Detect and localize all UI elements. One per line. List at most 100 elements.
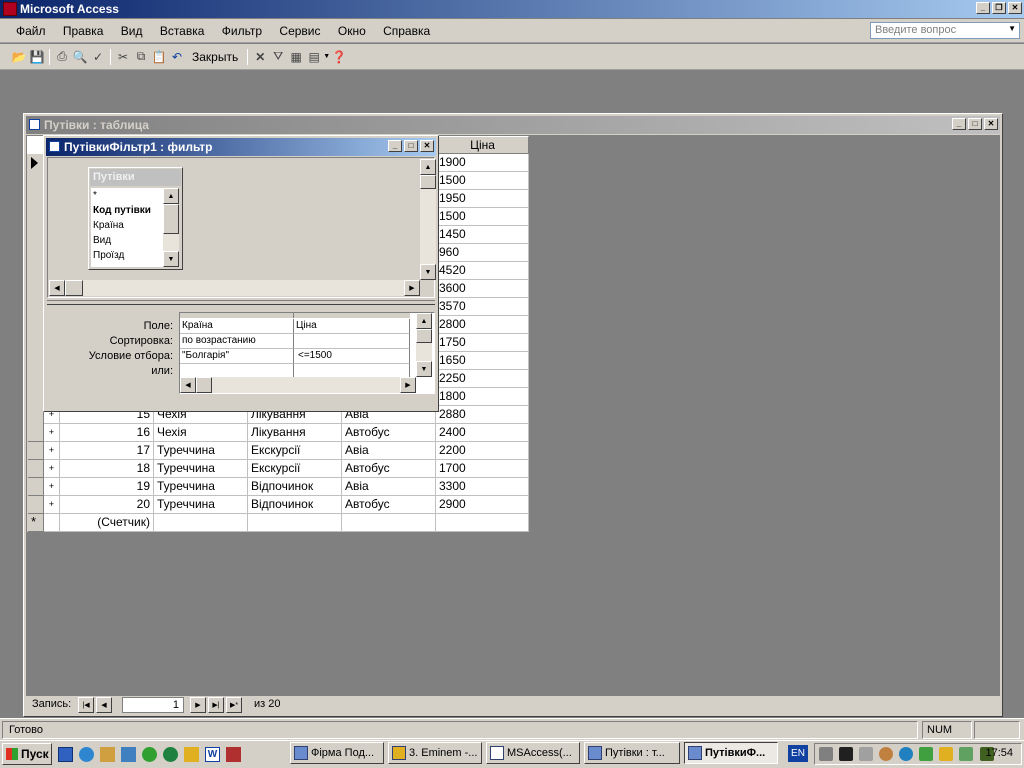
copy-icon[interactable]: ⧉ bbox=[132, 48, 150, 66]
grid-criteria-country[interactable]: "Болгарія" bbox=[180, 349, 294, 364]
new-row-id[interactable]: (Счетчик) bbox=[60, 514, 154, 532]
app-restore-button[interactable]: ❐ bbox=[992, 2, 1006, 14]
price-cell[interactable]: 2800 bbox=[436, 316, 529, 334]
cut-icon[interactable]: ✂ bbox=[114, 48, 132, 66]
expand-icon[interactable]: + bbox=[44, 442, 60, 460]
row-price[interactable]: 2200 bbox=[436, 442, 529, 460]
scroll-thumb[interactable] bbox=[196, 377, 212, 393]
field-list-title[interactable]: Путівки bbox=[90, 169, 181, 186]
tray-network-icon[interactable] bbox=[919, 747, 934, 761]
menu-window[interactable]: Окно bbox=[338, 24, 366, 38]
new-row-country[interactable] bbox=[154, 514, 248, 532]
price-cell[interactable]: 960 bbox=[436, 244, 529, 262]
new-row-type[interactable] bbox=[248, 514, 342, 532]
row-type[interactable]: Відпочинок bbox=[248, 478, 342, 496]
row-selector[interactable] bbox=[28, 496, 44, 514]
filter-close-button[interactable]: ✕ bbox=[420, 140, 434, 152]
filter-minimize-button[interactable]: _ bbox=[388, 140, 402, 152]
field-list-item[interactable]: Проїзд bbox=[93, 248, 163, 263]
row-id[interactable]: 20 bbox=[60, 496, 154, 514]
messenger-icon[interactable] bbox=[142, 746, 157, 762]
menu-tools[interactable]: Сервис bbox=[279, 24, 320, 38]
table-minimize-button[interactable]: _ bbox=[952, 118, 966, 130]
menu-filter[interactable]: Фильтр bbox=[222, 24, 262, 38]
save-icon[interactable]: 💾 bbox=[28, 48, 46, 66]
scroll-left-icon[interactable]: ◀ bbox=[180, 377, 196, 393]
row-id[interactable]: 16 bbox=[60, 424, 154, 442]
paste-icon[interactable]: 📋 bbox=[150, 48, 168, 66]
media-icon[interactable] bbox=[121, 746, 136, 762]
scroll-up-icon[interactable]: ▲ bbox=[420, 159, 436, 175]
open-icon[interactable]: 📂 bbox=[10, 48, 28, 66]
tray-circle-icon[interactable] bbox=[879, 747, 894, 761]
row-type[interactable]: Лікування bbox=[248, 424, 342, 442]
column-header-price[interactable]: Ціна bbox=[436, 136, 529, 154]
word-icon[interactable]: W bbox=[205, 746, 220, 762]
row-id[interactable]: 19 bbox=[60, 478, 154, 496]
apply-filter-icon[interactable]: ⛛ bbox=[269, 48, 287, 66]
price-cell[interactable]: 4520 bbox=[436, 262, 529, 280]
new-object-icon[interactable]: ▤ bbox=[305, 48, 323, 66]
filter-maximize-button[interactable]: □ bbox=[404, 140, 418, 152]
field-list-box[interactable]: Путівки * Код путівки Країна Вид Проїзд … bbox=[88, 167, 183, 270]
taskbar-item-firm[interactable]: Фірма Под... bbox=[290, 742, 384, 764]
pane-splitter[interactable] bbox=[47, 300, 435, 305]
help-icon[interactable]: ❓ bbox=[330, 48, 348, 66]
price-cell[interactable]: 2250 bbox=[436, 370, 529, 388]
close-filter-button[interactable]: Закрыть bbox=[192, 50, 238, 64]
expand-icon[interactable]: + bbox=[44, 496, 60, 514]
ie-icon[interactable] bbox=[79, 746, 94, 762]
record-number-input[interactable]: 1 bbox=[122, 697, 184, 713]
new-row-selector[interactable]: * bbox=[28, 514, 44, 532]
tray-cup-icon[interactable] bbox=[859, 747, 874, 761]
language-indicator[interactable]: EN bbox=[788, 745, 808, 762]
grid-criteria-price[interactable]: <=1500 bbox=[294, 349, 410, 364]
menu-view[interactable]: Вид bbox=[121, 24, 143, 38]
table-close-button[interactable]: ✕ bbox=[984, 118, 998, 130]
row-country[interactable]: Туреччина bbox=[154, 496, 248, 514]
scroll-thumb[interactable] bbox=[163, 204, 179, 234]
grid-field-price[interactable]: Ціна bbox=[294, 319, 410, 334]
menu-insert[interactable]: Вставка bbox=[160, 24, 205, 38]
price-cell[interactable]: 1950 bbox=[436, 190, 529, 208]
row-price[interactable]: 2400 bbox=[436, 424, 529, 442]
expand-icon[interactable]: + bbox=[44, 424, 60, 442]
table-maximize-button[interactable]: □ bbox=[968, 118, 982, 130]
scroll-down-icon[interactable]: ▼ bbox=[163, 251, 179, 267]
row-transport[interactable]: Авіа bbox=[342, 442, 436, 460]
upper-pane-vscrollbar[interactable]: ▲ ▼ bbox=[420, 159, 436, 280]
price-cell[interactable]: 1650 bbox=[436, 352, 529, 370]
tray-folder-icon[interactable] bbox=[959, 747, 974, 761]
price-cell[interactable]: 1750 bbox=[436, 334, 529, 352]
field-list-item[interactable]: Код путівки bbox=[93, 203, 163, 218]
undo-icon[interactable]: ↶ bbox=[168, 48, 186, 66]
taskbar-item-table[interactable]: Путівки : т... bbox=[584, 742, 680, 764]
new-record-button[interactable]: ▶* bbox=[226, 697, 242, 713]
database-window-icon[interactable]: ▦ bbox=[287, 48, 305, 66]
print-icon[interactable]: ⎙ bbox=[53, 48, 71, 66]
help-question-box[interactable]: Введите вопрос ▼ bbox=[870, 22, 1020, 39]
scroll-thumb[interactable] bbox=[65, 280, 83, 296]
scroll-right-icon[interactable]: ▶ bbox=[400, 377, 416, 393]
scroll-thumb[interactable] bbox=[416, 329, 432, 343]
row-type[interactable]: Екскурсії bbox=[248, 460, 342, 478]
chevron-down-icon[interactable]: ▼ bbox=[323, 53, 330, 60]
new-row-transport[interactable] bbox=[342, 514, 436, 532]
new-row-expand[interactable] bbox=[44, 514, 60, 532]
scroll-up-icon[interactable]: ▲ bbox=[163, 188, 179, 204]
scroll-left-icon[interactable]: ◀ bbox=[49, 280, 65, 296]
row-price[interactable]: 2900 bbox=[436, 496, 529, 514]
grid-sort-country[interactable]: по возрастанию bbox=[180, 334, 294, 349]
tray-globe-icon[interactable] bbox=[899, 747, 914, 761]
first-record-button[interactable]: |◀ bbox=[78, 697, 94, 713]
grid-vscrollbar[interactable]: ▲ ▼ bbox=[416, 313, 432, 377]
app-minimize-button[interactable]: _ bbox=[976, 2, 990, 14]
row-country[interactable]: Туреччина bbox=[154, 442, 248, 460]
field-list-scrollbar[interactable]: ▲ ▼ bbox=[163, 188, 179, 267]
upper-pane-hscrollbar[interactable]: ◀ ▶ bbox=[49, 280, 420, 296]
taskbar-item-eminem[interactable]: 3. Eminem -... bbox=[388, 742, 482, 764]
row-id[interactable]: 18 bbox=[60, 460, 154, 478]
price-cell[interactable]: 1450 bbox=[436, 226, 529, 244]
scroll-thumb[interactable] bbox=[420, 175, 436, 189]
field-list-item[interactable]: * bbox=[93, 188, 163, 203]
